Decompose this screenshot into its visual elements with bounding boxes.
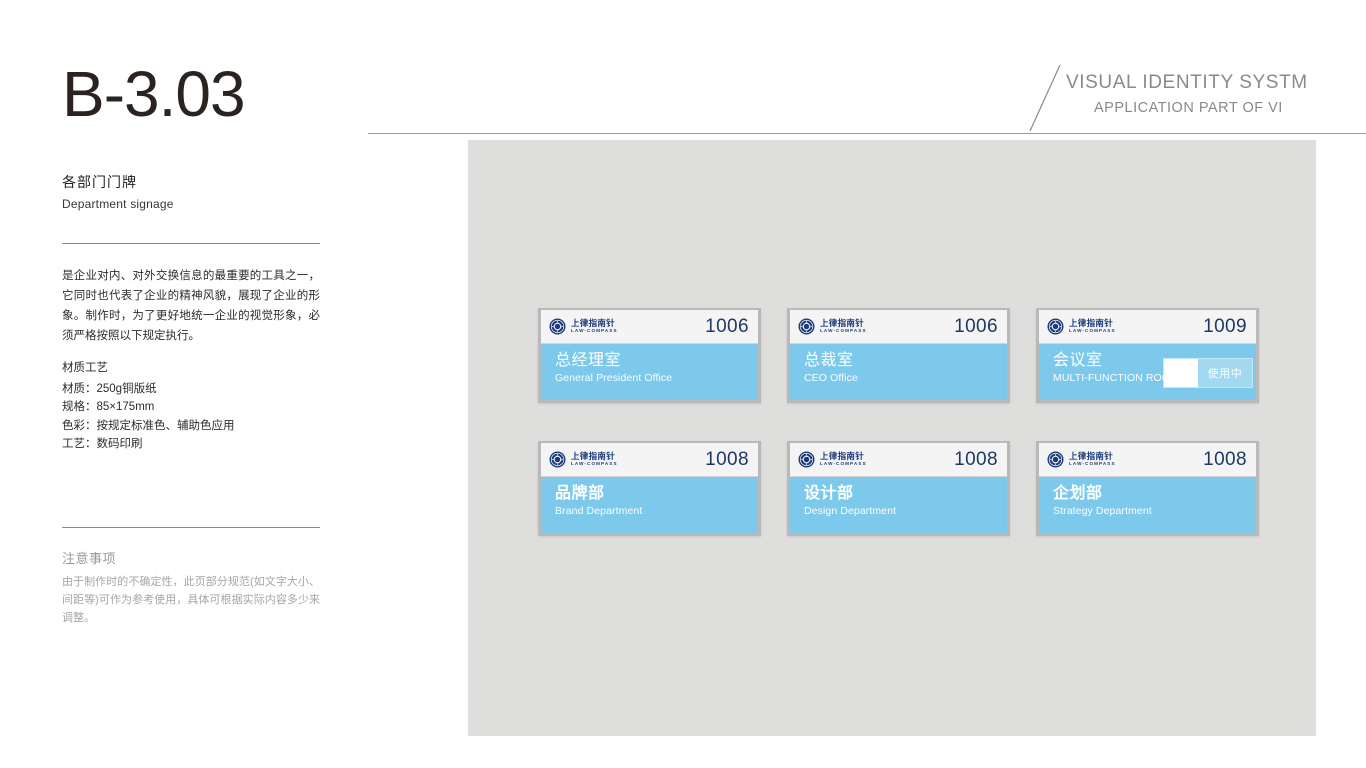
signage-card[interactable]: 上律指南针 LAW-COMPASS 1008 品牌部 Brand Departm… [538,441,761,536]
department-name-cn: 企划部 [1053,485,1103,502]
signage-body: 总裁室 CEO Office [790,344,1007,400]
signage-header: 上律指南针 LAW-COMPASS 1008 [1039,443,1256,477]
spec-value: 85×175mm [96,401,155,413]
department-name-en: Design Department [804,505,897,517]
page-code: B-3.03 [62,58,246,130]
compass-emblem-icon [798,318,815,335]
brand-logo: 上律指南针 LAW-COMPASS [798,318,867,335]
brand-name-cn: 上律指南针 [1069,451,1114,462]
vi-header: VISUAL IDENTITY SYSTM APPLICATION PART O… [1066,70,1366,120]
brand-wordmark: 上律指南针 LAW-COMPASS [820,319,867,334]
spec-value: 数码印刷 [96,438,143,450]
department-name-en: Brand Department [555,505,643,517]
room-number: 1008 [1203,448,1247,470]
divider-bottom [62,527,320,528]
brand-logo: 上律指南针 LAW-COMPASS [549,451,618,468]
spec-heading: 材质工艺 [62,362,108,374]
room-number: 1008 [705,448,749,470]
compass-emblem-icon [549,451,566,468]
compass-emblem-icon [549,318,566,335]
brand-name-cn: 上律指南针 [571,451,616,462]
brand-name-en: LAW-COMPASS [1069,328,1116,334]
signage-card[interactable]: 上律指南针 LAW-COMPASS 1009 会议室 MULTI-FUNCTIO… [1036,308,1259,403]
department-name-cn: 总裁室 [804,352,854,369]
signage-body: 总经理室 General President Office [541,344,758,400]
room-number: 1009 [1203,315,1247,337]
brand-logo: 上律指南针 LAW-COMPASS [1047,318,1116,335]
spec-value: 按规定标准色、辅助色应用 [96,419,235,432]
room-number: 1008 [954,448,998,470]
section-title-cn: 各部门门牌 [62,174,137,190]
occupancy-slider[interactable]: 使用中 [1163,358,1253,388]
signage-body: 设计部 Design Department [790,477,1007,533]
brand-wordmark: 上律指南针 LAW-COMPASS [571,319,618,334]
signage-card[interactable]: 上律指南针 LAW-COMPASS 1008 设计部 Design Depart… [787,441,1010,536]
vi-system-title: VISUAL IDENTITY SYSTM [1066,72,1308,93]
signage-card[interactable]: 上律指南针 LAW-COMPASS 1006 总经理室 General Pres… [538,308,761,403]
brand-wordmark: 上律指南针 LAW-COMPASS [820,452,867,467]
brand-name-en: LAW-COMPASS [571,461,618,467]
signage-header: 上律指南针 LAW-COMPASS 1009 [1039,310,1256,344]
occupancy-blank-panel [1164,359,1198,387]
brand-name-en: LAW-COMPASS [571,328,618,334]
brand-name-cn: 上律指南针 [571,318,616,329]
room-number: 1006 [954,315,998,337]
signage-row: 上律指南针 LAW-COMPASS 1008 品牌部 Brand Departm… [538,441,1260,536]
brand-logo: 上律指南针 LAW-COMPASS [549,318,618,335]
specification-block: 材质工艺 材质：250g铜版纸 规格： 85×175mm 色彩：按规定标准色、辅… [62,359,332,454]
brand-logo: 上律指南针 LAW-COMPASS [798,451,867,468]
vi-application-subtitle: APPLICATION PART OF VI [1094,100,1283,116]
compass-emblem-icon [1047,451,1064,468]
department-name-en: Strategy Department [1053,505,1152,517]
brand-name-cn: 上律指南针 [820,451,865,462]
signage-header: 上律指南针 LAW-COMPASS 1006 [790,310,1007,344]
brand-name-en: LAW-COMPASS [820,461,867,467]
brand-name-cn: 上律指南针 [820,318,865,329]
signage-body: 会议室 MULTI-FUNCTION ROOM 使用中 [1039,344,1256,400]
brand-wordmark: 上律指南针 LAW-COMPASS [1069,452,1116,467]
header-divider [368,133,1366,134]
signage-card[interactable]: 上律指南针 LAW-COMPASS 1006 总裁室 CEO Office [787,308,1010,403]
signage-header: 上律指南针 LAW-COMPASS 1008 [790,443,1007,477]
spec-label: 材质： [62,382,97,395]
notice-title: 注意事项 [62,551,117,566]
spec-label: 工艺： [62,438,97,450]
signage-header: 上律指南针 LAW-COMPASS 1008 [541,443,758,477]
divider-top [62,243,320,244]
signage-card[interactable]: 上律指南针 LAW-COMPASS 1008 企划部 Strategy Depa… [1036,441,1259,536]
brand-wordmark: 上律指南针 LAW-COMPASS [571,452,618,467]
brand-name-en: LAW-COMPASS [820,328,867,334]
spec-value: 250g铜版纸 [96,382,157,395]
brand-name-en: LAW-COMPASS [1069,461,1116,467]
spec-label: 色彩： [62,419,97,432]
left-info-column: B-3.03 各部门门牌 Department signage 是企业对内、对外… [0,0,368,768]
department-name-en: CEO Office [804,372,858,384]
presentation-stage: 上律指南针 LAW-COMPASS 1006 总经理室 General Pres… [468,140,1316,736]
department-name-cn: 设计部 [804,485,854,502]
spec-label: 规格： [62,401,97,413]
brand-wordmark: 上律指南针 LAW-COMPASS [1069,319,1116,334]
spec-row: 规格： 85×175mm [62,398,332,417]
department-name-cn: 总经理室 [555,352,622,369]
spec-row: 材质：250g铜版纸 [62,380,332,399]
notice-body: 由于制作时的不确定性，此页部分规范(如文字大小、间距等)可作为参考使用，具体可根… [62,576,320,624]
brand-name-cn: 上律指南针 [1069,318,1114,329]
brand-logo: 上律指南针 LAW-COMPASS [1047,451,1116,468]
section-title-en: Department signage [62,197,174,211]
signage-body: 品牌部 Brand Department [541,477,758,533]
department-name-cn: 品牌部 [555,485,605,502]
compass-emblem-icon [1047,318,1064,335]
description-paragraph: 是企业对内、对外交换信息的最重要的工具之一，它同时也代表了企业的精神风貌，展现了… [62,270,320,342]
signage-row: 上律指南针 LAW-COMPASS 1006 总经理室 General Pres… [538,308,1260,403]
spec-row: 工艺：数码印刷 [62,435,332,454]
compass-emblem-icon [798,451,815,468]
signage-header: 上律指南针 LAW-COMPASS 1006 [541,310,758,344]
signage-body: 企划部 Strategy Department [1039,477,1256,533]
spec-row: 色彩：按规定标准色、辅助色应用 [62,417,332,436]
occupancy-status-badge: 使用中 [1198,359,1252,387]
room-number: 1006 [705,315,749,337]
signage-grid: 上律指南针 LAW-COMPASS 1006 总经理室 General Pres… [538,308,1260,536]
diagonal-slash-icon [1028,64,1062,132]
department-name-en: General President Office [555,372,673,384]
